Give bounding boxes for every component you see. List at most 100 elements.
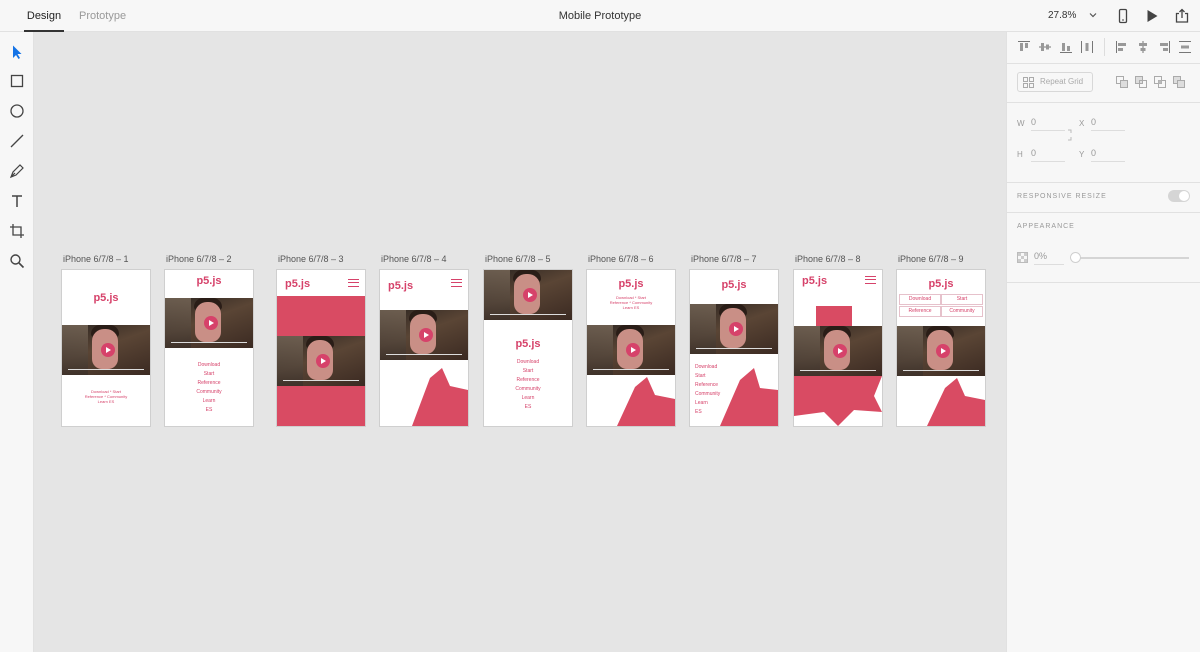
repeat-grid-icon	[1023, 77, 1034, 88]
zoom-icon[interactable]	[9, 253, 25, 269]
video-player	[62, 325, 150, 375]
artboard-label[interactable]: iPhone 6/7/8 – 8	[795, 254, 895, 264]
align-bottom-icon[interactable]	[1059, 40, 1073, 54]
opacity-slider-track[interactable]	[1071, 257, 1189, 259]
height-field[interactable]: 0	[1031, 148, 1065, 162]
nav-menu: Download Start Reference Community Learn…	[196, 362, 222, 413]
artboard-label[interactable]: iPhone 6/7/8 – 1	[63, 254, 163, 264]
play-icon	[204, 316, 218, 330]
artboard-icon[interactable]	[9, 223, 25, 239]
asterisk-graphic	[617, 377, 675, 426]
distribute-vertical-icon[interactable]	[1178, 40, 1192, 54]
grid-button-community[interactable]: Community	[941, 306, 983, 317]
pen-icon[interactable]	[9, 163, 25, 179]
hamburger-menu-icon[interactable]	[451, 279, 462, 287]
align-top-icon[interactable]	[1017, 40, 1031, 54]
y-label: Y	[1079, 150, 1085, 159]
design-canvas[interactable]: iPhone 6/7/8 – 1 p5.js Download * Start …	[34, 32, 1006, 652]
artboard-label[interactable]: iPhone 6/7/8 – 7	[691, 254, 791, 264]
artboard-1[interactable]: p5.js Download * Start Reference * Commu…	[62, 270, 150, 426]
rectangle-icon[interactable]	[9, 73, 25, 89]
p5js-logo: p5.js	[721, 279, 747, 291]
grid-button-start[interactable]: Start	[941, 294, 983, 305]
nav-menu: Download * Start Reference * Community L…	[609, 295, 653, 310]
align-center-icon[interactable]	[1136, 40, 1150, 54]
play-icon	[833, 344, 847, 358]
asterisk-graphic	[927, 378, 985, 426]
play-icon	[626, 343, 640, 357]
align-right-icon[interactable]	[1157, 40, 1171, 54]
boolean-exclude-icon[interactable]	[1172, 75, 1186, 89]
video-player	[484, 270, 572, 320]
artboard-4[interactable]: p5.js	[380, 270, 468, 426]
play-icon	[936, 344, 950, 358]
video-player	[380, 310, 468, 360]
device-preview-icon[interactable]	[1115, 8, 1131, 24]
align-middle-icon[interactable]	[1038, 40, 1052, 54]
hamburger-menu-icon[interactable]	[865, 276, 876, 284]
artboard-7[interactable]: p5.js Download Start Reference Community…	[690, 270, 778, 426]
panel-divider	[1007, 182, 1200, 183]
panel-divider	[1007, 282, 1200, 283]
p5js-logo: p5.js	[618, 278, 644, 290]
width-field[interactable]: 0	[1031, 117, 1065, 131]
nav-menu: Download Start Reference Community Learn…	[515, 359, 541, 410]
opacity-icon	[1017, 252, 1028, 263]
hamburger-menu-icon[interactable]	[348, 279, 359, 287]
x-field[interactable]: 0	[1091, 117, 1125, 131]
appearance-label: APPEARANCE	[1017, 223, 1075, 230]
share-icon[interactable]	[1174, 8, 1190, 24]
artboard-label[interactable]: iPhone 6/7/8 – 5	[485, 254, 585, 264]
ellipse-icon[interactable]	[9, 103, 25, 119]
video-player	[277, 336, 365, 386]
p5js-logo: p5.js	[93, 292, 119, 304]
responsive-resize-toggle[interactable]	[1168, 190, 1190, 202]
grid-button-download[interactable]: Download	[899, 294, 941, 305]
select-icon[interactable]	[9, 44, 25, 60]
zoom-level[interactable]: 27.8%	[1048, 0, 1076, 32]
line-icon[interactable]	[9, 133, 25, 149]
artboard-2[interactable]: p5.js Download Start Reference Community…	[165, 270, 253, 426]
play-icon	[523, 288, 537, 302]
boolean-add-icon[interactable]	[1115, 75, 1129, 89]
artboard-5[interactable]: p5.js Download Start Reference Community…	[484, 270, 572, 426]
tab-prototype[interactable]: Prototype	[79, 0, 126, 32]
y-field[interactable]: 0	[1091, 148, 1125, 162]
artboard-label[interactable]: iPhone 6/7/8 – 3	[278, 254, 378, 264]
panel-divider	[1007, 63, 1200, 64]
x-label: X	[1079, 119, 1085, 128]
artboard-label[interactable]: iPhone 6/7/8 – 6	[588, 254, 688, 264]
document-title: Mobile Prototype	[558, 10, 642, 22]
opacity-slider-handle[interactable]	[1070, 252, 1081, 263]
artboard-3[interactable]: p5.js	[277, 270, 365, 426]
distribute-horizontal-icon[interactable]	[1080, 40, 1094, 54]
link-icon[interactable]	[1066, 127, 1074, 143]
height-label: H	[1017, 150, 1023, 159]
text-icon[interactable]	[9, 193, 25, 209]
chevron-down-icon[interactable]	[1089, 11, 1097, 19]
play-icon	[316, 354, 330, 368]
asterisk-graphic	[412, 368, 468, 426]
property-inspector: Repeat Grid W 0 X 0 H 0 Y 0 RESPONSIVE R…	[1006, 32, 1200, 652]
video-player	[690, 304, 778, 354]
artboard-label[interactable]: iPhone 6/7/8 – 2	[166, 254, 266, 264]
tab-design[interactable]: Design	[24, 0, 64, 32]
artboard-8[interactable]: p5.js	[794, 270, 882, 426]
play-icon[interactable]	[1144, 8, 1160, 24]
video-player	[794, 326, 882, 376]
video-player	[165, 298, 253, 348]
grid-button-reference[interactable]: Reference	[899, 306, 941, 317]
align-left-icon[interactable]	[1115, 40, 1129, 54]
boolean-subtract-icon[interactable]	[1134, 75, 1148, 89]
artboard-label[interactable]: iPhone 6/7/8 – 9	[898, 254, 998, 264]
opacity-field[interactable]: 0%	[1034, 251, 1064, 265]
play-icon	[729, 322, 743, 336]
repeat-grid-button[interactable]: Repeat Grid	[1017, 72, 1093, 92]
artboard-label[interactable]: iPhone 6/7/8 – 4	[381, 254, 481, 264]
artboard-6[interactable]: p5.js Download * Start Reference * Commu…	[587, 270, 675, 426]
toolbar-divider	[1104, 38, 1105, 56]
p5js-logo: p5.js	[928, 278, 954, 290]
p5js-logo: p5.js	[515, 338, 541, 350]
artboard-9[interactable]: p5.js Download Start Reference Community	[897, 270, 985, 426]
boolean-intersect-icon[interactable]	[1153, 75, 1167, 89]
